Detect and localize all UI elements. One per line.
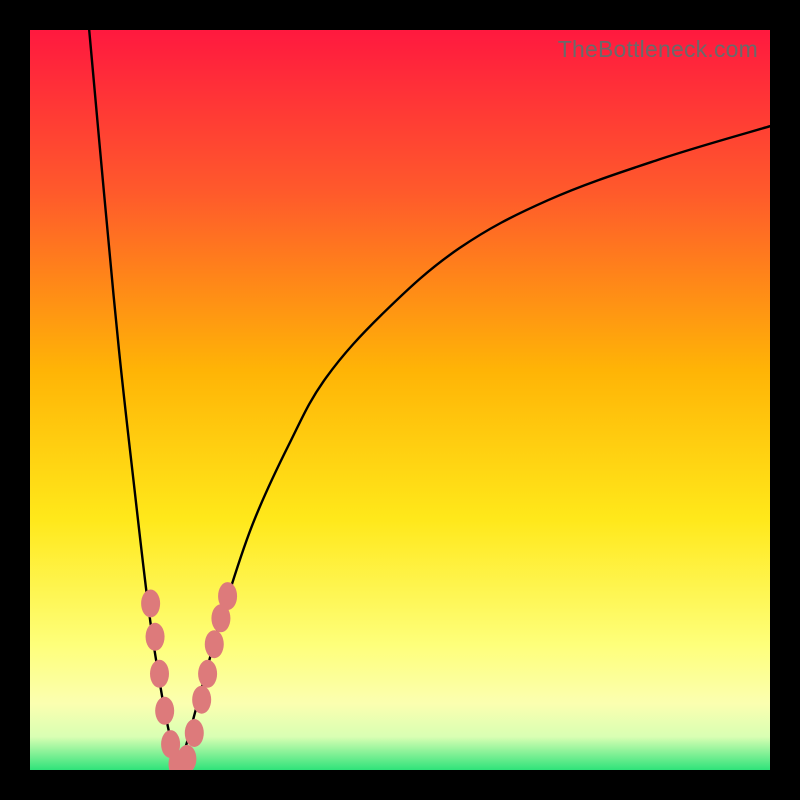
data-marker [218,582,237,610]
data-marker [198,660,217,688]
data-marker [192,686,211,714]
data-marker [205,630,224,658]
chart-frame: TheBottleneck.com [0,0,800,800]
data-marker [150,660,169,688]
chart-svg [30,30,770,770]
data-marker [185,719,204,747]
plot-area: TheBottleneck.com [30,30,770,770]
data-marker [155,697,174,725]
gradient-bg [30,30,770,770]
data-marker [141,590,160,618]
data-marker [146,623,165,651]
watermark-text: TheBottleneck.com [558,36,758,63]
